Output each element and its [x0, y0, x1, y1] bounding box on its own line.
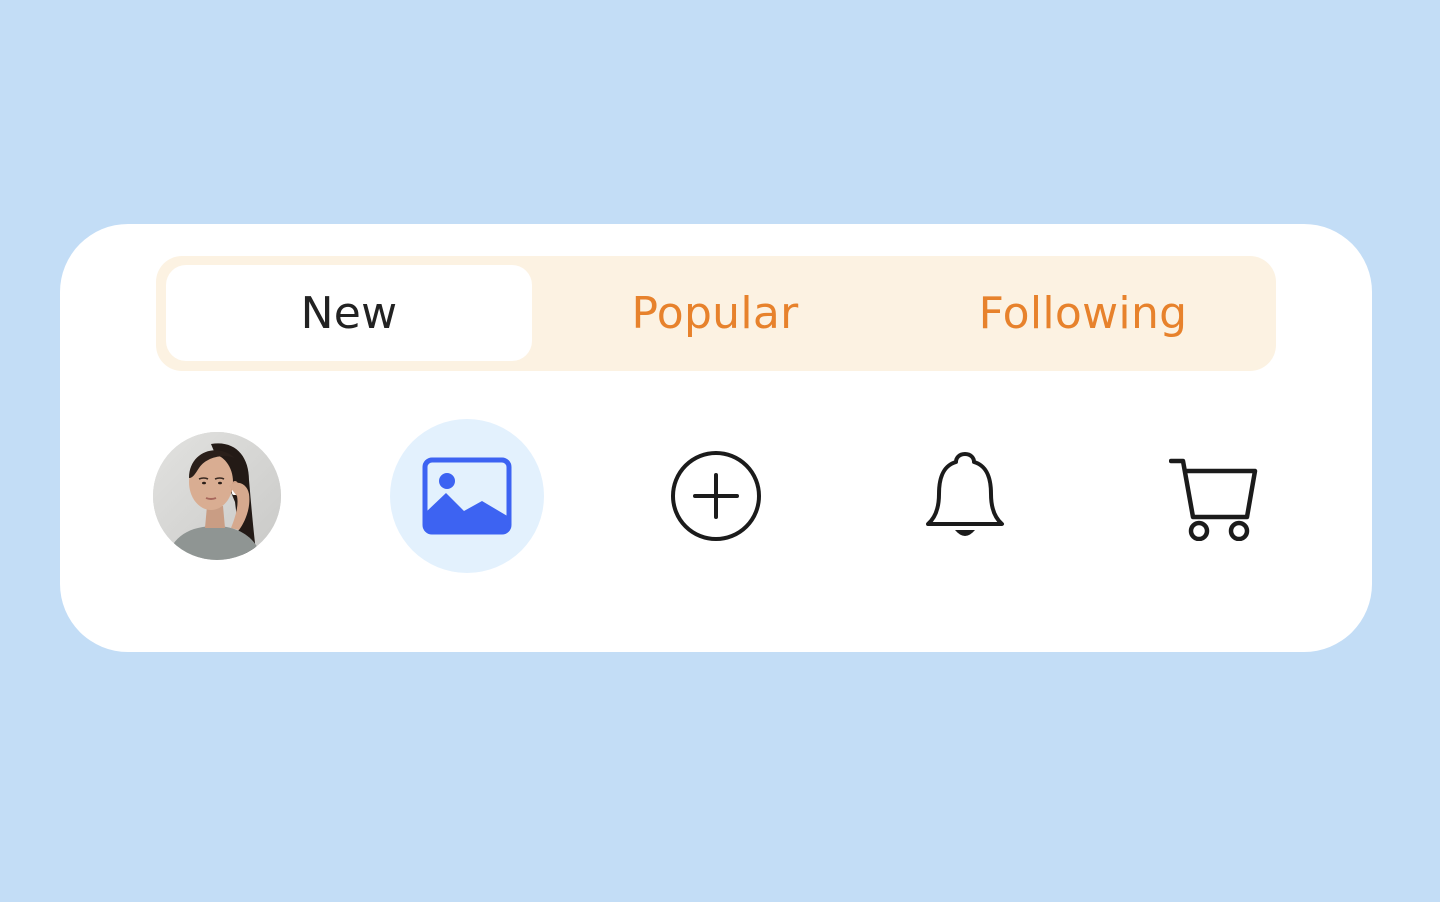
- tab-popular[interactable]: Popular: [532, 265, 898, 361]
- plus-circle-icon: [671, 451, 761, 541]
- gallery-button[interactable]: [390, 419, 544, 573]
- cart-button[interactable]: [1164, 446, 1264, 546]
- avatar-photo: [153, 432, 281, 560]
- add-button[interactable]: [666, 446, 766, 546]
- tab-following[interactable]: Following: [900, 265, 1266, 361]
- tab-new[interactable]: New: [166, 265, 532, 361]
- bottom-navigation-card: New Popular Following: [60, 224, 1372, 652]
- bell-icon: [926, 452, 1004, 536]
- profile-avatar[interactable]: [153, 432, 281, 560]
- notifications-button[interactable]: [918, 446, 1012, 546]
- image-icon: [422, 457, 512, 535]
- feed-segmented-control: New Popular Following: [156, 256, 1276, 371]
- cart-icon: [1169, 458, 1258, 541]
